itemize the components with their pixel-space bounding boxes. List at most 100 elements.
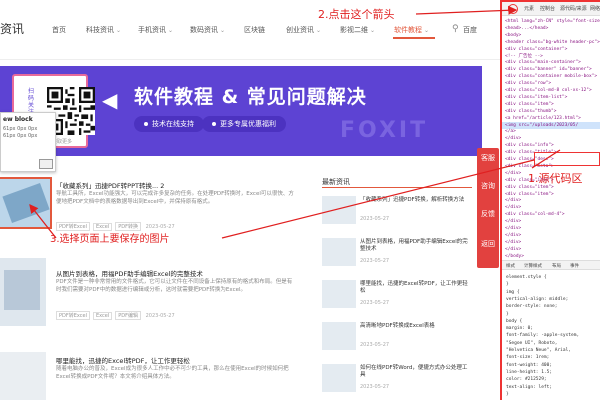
- css-rule-line[interactable]: "Helvetica Neue", Arial,: [506, 347, 571, 354]
- css-rule-line[interactable]: element.style {: [506, 274, 547, 281]
- tooltip-line: 61px 0px 0px: [3, 126, 38, 132]
- side-section-title: 最新资讯: [322, 178, 350, 186]
- side-item-title[interactable]: 如何在线PDF转Word，便捷方式办公处理工具: [360, 365, 470, 379]
- side-item-thumbnail[interactable]: [322, 280, 356, 308]
- nav-item-label: 创业资讯: [286, 26, 314, 34]
- promo-banner[interactable]: FOXIT 扫码关注: [0, 66, 482, 156]
- article-meta: PDF转Excel Excel PDF编辑 2023-05-27: [56, 311, 175, 320]
- css-rule-line[interactable]: color: #212529;: [506, 376, 547, 383]
- article-thumbnail[interactable]: [0, 352, 46, 400]
- article-tag[interactable]: PDF转Excel: [56, 311, 90, 320]
- dom-node-line[interactable]: </body>: [502, 253, 600, 260]
- css-rule-line[interactable]: vertical-align: middle;: [506, 296, 568, 303]
- css-rule-line[interactable]: body {: [506, 318, 522, 325]
- layout-tab[interactable]: 布局: [552, 263, 561, 269]
- side-item-thumbnail[interactable]: [322, 238, 356, 266]
- top-navigation: 资讯 首页 科技资讯 ⌄ 手机资讯 ⌄ 数码资讯 ⌄ 区块链 创业资讯 ⌄ 影视二维 ⌄ 软件教程 ⌄ ⚲…: [0, 0, 500, 60]
- css-rule-line[interactable]: font-weight: 400;: [506, 362, 552, 369]
- banner-title: 软件教程 & 常见问题解决: [134, 86, 367, 108]
- css-rule-line[interactable]: }: [506, 391, 509, 398]
- nav-item-label: 首页: [52, 26, 66, 34]
- side-item-thumbnail[interactable]: [322, 322, 356, 350]
- nav-item-label: 数码资讯: [190, 26, 218, 34]
- float-item-feedback[interactable]: 反馈: [477, 210, 499, 218]
- side-item-thumbnail[interactable]: [322, 364, 356, 392]
- css-rule-line[interactable]: margin: 0;: [506, 325, 533, 332]
- chevron-down-icon: ⌄: [424, 27, 430, 34]
- devtools-tab-network[interactable]: 网络: [590, 5, 600, 12]
- site-brand[interactable]: 资讯: [0, 20, 24, 37]
- nav-item[interactable]: 影视二维 ⌄: [340, 25, 375, 35]
- tooltip-title: ew block: [3, 116, 33, 123]
- active-nav-underline: [393, 37, 435, 39]
- article-title[interactable]: 从图片到表格，用福PDF助手编辑Excel的完整技术: [56, 268, 203, 278]
- css-rule-line[interactable]: "Segoe UI", Roboto,: [506, 340, 557, 347]
- side-item-title[interactable]: 从图片到表格，用福PDF助手编辑Excel的完整技术: [360, 239, 470, 253]
- pill-label: 更多专属优惠福利: [220, 120, 276, 128]
- styles-tab[interactable]: 样式: [506, 263, 515, 269]
- css-rule-line[interactable]: line-height: 1.5;: [506, 369, 552, 376]
- css-rule-line[interactable]: }: [506, 281, 509, 288]
- selected-dom-node-outline: [534, 152, 600, 166]
- chevron-down-icon: ⌄: [116, 27, 122, 34]
- css-rule-line[interactable]: font-size: 1rem;: [506, 354, 549, 361]
- article-desc: 随着电脑办公的普及，Excel成为很多人工作中必不可少的工具，那么在使用Exce…: [56, 366, 289, 380]
- side-item-title[interactable]: 高清晰地PDF转换成Excel表格: [360, 323, 470, 330]
- search-icon[interactable]: ⚲: [452, 24, 459, 34]
- element-picker-icon[interactable]: [508, 4, 518, 14]
- float-item-back[interactable]: 返回: [477, 240, 499, 248]
- article-title[interactable]: 哪里能找，迅捷的Excel转PDF，让工作更轻松: [56, 355, 190, 365]
- chevron-down-icon: ⌄: [168, 27, 174, 34]
- article-title[interactable]: 「收藏系列」迅捷PDF转PPT转换... 2: [56, 180, 164, 190]
- element-hover-tooltip: ew block 61px 0px 0px 61px 0px 0px: [0, 112, 56, 172]
- article-tag[interactable]: Excel: [93, 312, 113, 320]
- tooltip-text: 61px 0px 0px 61px 0px 0px: [3, 126, 37, 140]
- side-item-title[interactable]: 哪里能找，迅捷的Excel转PDF，让工作更轻松: [360, 281, 470, 295]
- banner-pill-benefits[interactable]: 更多专属优惠福利: [202, 116, 286, 132]
- tooltip-chip: [39, 159, 53, 169]
- nav-item[interactable]: 区块链: [244, 25, 265, 35]
- pill-label: 技术在线支持: [152, 120, 194, 128]
- css-rule-line[interactable]: img {: [506, 289, 520, 296]
- side-item-thumbnail[interactable]: [322, 196, 356, 224]
- search-label[interactable]: 百度: [463, 25, 477, 35]
- article-thumbnail[interactable]: [0, 258, 46, 326]
- devtools-tab-sources[interactable]: 源代码/来源: [560, 5, 587, 12]
- thumb-shape: [4, 270, 40, 310]
- nav-item[interactable]: 软件教程 ⌄: [394, 25, 429, 35]
- computed-tab[interactable]: 计算样式: [524, 263, 542, 269]
- devtools-tab-elements[interactable]: 元素: [524, 5, 534, 12]
- article-desc: 导航工具所，Excel功能强大，可以完成许多复杂的任务。在处理PDF转换时，Ex…: [56, 191, 294, 205]
- dot-icon: [144, 122, 148, 126]
- article-tag[interactable]: PDF编辑: [115, 311, 141, 320]
- banner-pill-support[interactable]: 技术在线支持: [134, 116, 204, 132]
- selected-article-image[interactable]: [0, 177, 52, 229]
- nav-item[interactable]: 手机资讯 ⌄: [138, 25, 173, 35]
- nav-item[interactable]: 创业资讯 ⌄: [286, 25, 321, 35]
- chevron-down-icon: ⌄: [220, 27, 226, 34]
- events-tab[interactable]: 事件: [570, 263, 579, 269]
- nav-item[interactable]: 首页: [52, 25, 66, 35]
- side-item-date: 2023-05-27: [360, 216, 390, 222]
- dot-icon: [212, 122, 216, 126]
- article-date: 2023-05-27: [145, 313, 175, 319]
- float-item-service[interactable]: 客服: [477, 154, 499, 162]
- nav-item[interactable]: 科技资讯 ⌄: [86, 25, 121, 35]
- devtools-tab-console[interactable]: 控制台: [540, 5, 555, 12]
- floating-service-bar: 客服 咨询 反馈 返回: [477, 148, 499, 268]
- nav-item-label: 软件教程: [394, 26, 422, 34]
- chevron-down-icon: ⌄: [316, 27, 322, 34]
- side-item-date: 2023-05-27: [360, 258, 390, 264]
- nav-item-label: 区块链: [244, 26, 265, 34]
- side-item-title[interactable]: 「收藏系列」迅捷PDF转换，解析转换方法: [360, 197, 470, 204]
- css-rule-line[interactable]: text-align: left;: [506, 384, 552, 391]
- side-item-date: 2023-05-27: [360, 342, 390, 348]
- css-rule-line[interactable]: }: [506, 311, 509, 318]
- annotation-step1: 1.源代码区: [528, 172, 583, 185]
- nav-item-label: 手机资讯: [138, 26, 166, 34]
- float-item-consult[interactable]: 咨询: [477, 182, 499, 190]
- annotation-step3: 3.选择页面上要保存的图片: [50, 234, 170, 245]
- nav-item[interactable]: 数码资讯 ⌄: [190, 25, 225, 35]
- css-rule-line[interactable]: font-family: -apple-system,: [506, 332, 579, 339]
- css-rule-line[interactable]: border-style: none;: [506, 303, 557, 310]
